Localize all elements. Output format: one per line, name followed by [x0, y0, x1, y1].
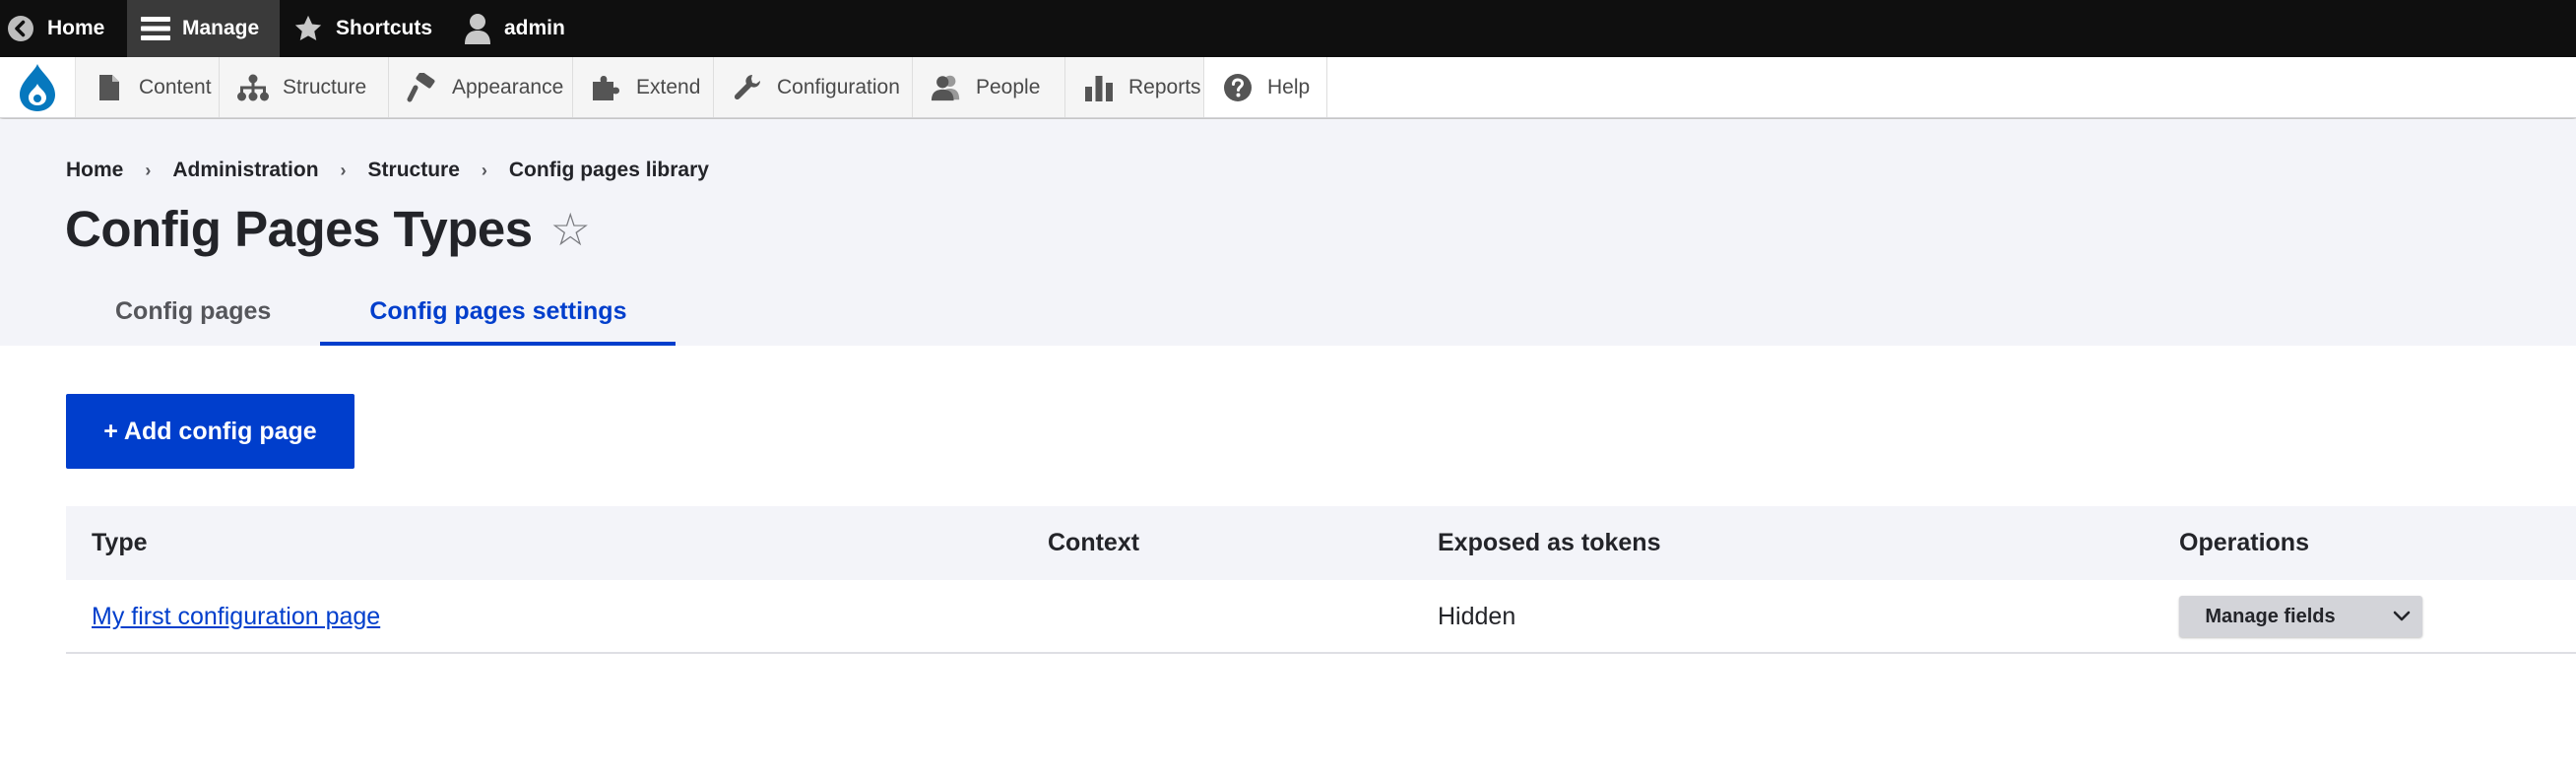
page-title-row: Config Pages Types ☆ — [65, 192, 591, 267]
user-icon — [463, 13, 492, 44]
toolbar-user-label: admin — [504, 17, 565, 39]
menu-item-content[interactable]: Content — [76, 57, 220, 117]
breadcrumb-link-structure[interactable]: Structure — [368, 159, 460, 182]
menu-item-people[interactable]: People — [913, 57, 1065, 117]
toolbar-manage-tab[interactable]: Manage — [127, 0, 280, 57]
toolbar-manage-label: Manage — [182, 17, 260, 39]
breadcrumb: Home › Administration › Structure › Conf… — [66, 159, 709, 182]
page-title: Config Pages Types — [65, 201, 533, 257]
breadcrumb-separator-icon: › — [340, 160, 347, 180]
breadcrumb-link-administration[interactable]: Administration — [172, 159, 318, 182]
type-cell: My first configuration page — [92, 580, 380, 654]
column-header-exposed: Exposed as tokens — [1438, 529, 1661, 556]
menu-item-label: Extend — [636, 75, 701, 98]
exposed-cell: Hidden — [1438, 603, 1516, 630]
primary-tabs: Config pages Config pages settings — [66, 277, 676, 346]
drupal-logo[interactable] — [0, 57, 76, 117]
menu-item-label: People — [976, 75, 1041, 98]
tab-label: Config pages settings — [369, 296, 627, 325]
manage-fields-button[interactable]: Manage fields — [2179, 596, 2381, 637]
toolbar-user-tab[interactable]: admin — [463, 0, 565, 57]
menu-item-label: Appearance — [452, 75, 564, 98]
toolbar-shortcuts-tab[interactable]: Shortcuts — [292, 0, 432, 57]
menu-item-configuration[interactable]: Configuration — [714, 57, 913, 117]
add-config-page-button[interactable]: + Add config page — [66, 394, 354, 469]
wrench-icon — [732, 72, 763, 103]
star-icon — [292, 14, 324, 43]
menu-item-label: Reports — [1128, 75, 1201, 98]
operations-toggle[interactable] — [2381, 596, 2422, 637]
hamburger-icon — [139, 16, 172, 41]
people-icon — [931, 72, 962, 103]
config-pages-table: Type Context Exposed as tokens Operation… — [66, 506, 2576, 654]
menu-item-structure[interactable]: Structure — [220, 57, 389, 117]
table-header: Type Context Exposed as tokens Operation… — [66, 506, 2576, 580]
breadcrumb-link-config-pages-library[interactable]: Config pages library — [509, 159, 709, 182]
menu-item-reports[interactable]: Reports — [1065, 57, 1204, 117]
bar-chart-icon — [1083, 72, 1115, 103]
menu-item-appearance[interactable]: Appearance — [389, 57, 573, 117]
menu-item-help[interactable]: Help — [1204, 57, 1327, 117]
toolbar-shortcuts-label: Shortcuts — [336, 17, 433, 39]
favorite-star-icon[interactable]: ☆ — [550, 207, 591, 252]
page-header: Home › Administration › Structure › Conf… — [0, 119, 2576, 346]
drupal-drop-icon — [20, 63, 55, 111]
menu-item-label: Help — [1267, 75, 1311, 98]
tab-config-pages[interactable]: Config pages — [66, 277, 320, 346]
breadcrumb-separator-icon: › — [481, 160, 487, 180]
column-header-context: Context — [1048, 529, 1140, 556]
operations-dropbutton: Manage fields — [2179, 596, 2422, 637]
document-icon — [94, 72, 125, 103]
puzzle-icon — [591, 72, 622, 103]
sitemap-icon — [237, 72, 269, 103]
breadcrumb-link-home[interactable]: Home — [66, 159, 123, 182]
toolbar-home-label: Home — [47, 17, 105, 39]
breadcrumb-separator-icon: › — [145, 160, 152, 180]
menu-item-label: Configuration — [777, 75, 900, 98]
menu-item-label: Structure — [283, 75, 367, 98]
back-arrow-icon — [6, 14, 35, 43]
menu-item-label: Content — [139, 75, 212, 98]
table-row: My first configuration page Hidden Manag… — [66, 580, 2576, 654]
chevron-down-icon — [2393, 611, 2411, 621]
column-header-operations: Operations — [2179, 529, 2309, 556]
toolbar-home-link[interactable]: Home — [6, 0, 104, 57]
tab-config-pages-settings[interactable]: Config pages settings — [320, 277, 676, 346]
menu-item-extend[interactable]: Extend — [573, 57, 714, 117]
paint-roller-icon — [407, 72, 438, 103]
type-link[interactable]: My first configuration page — [92, 603, 380, 631]
column-header-type: Type — [92, 529, 148, 556]
admin-toolbar: Home Manage Shortcuts admin — [0, 0, 2576, 57]
question-icon — [1222, 72, 1254, 103]
tab-label: Config pages — [115, 296, 272, 325]
admin-menu-tray: Content Structure Appearance Extend Conf… — [0, 57, 2576, 118]
